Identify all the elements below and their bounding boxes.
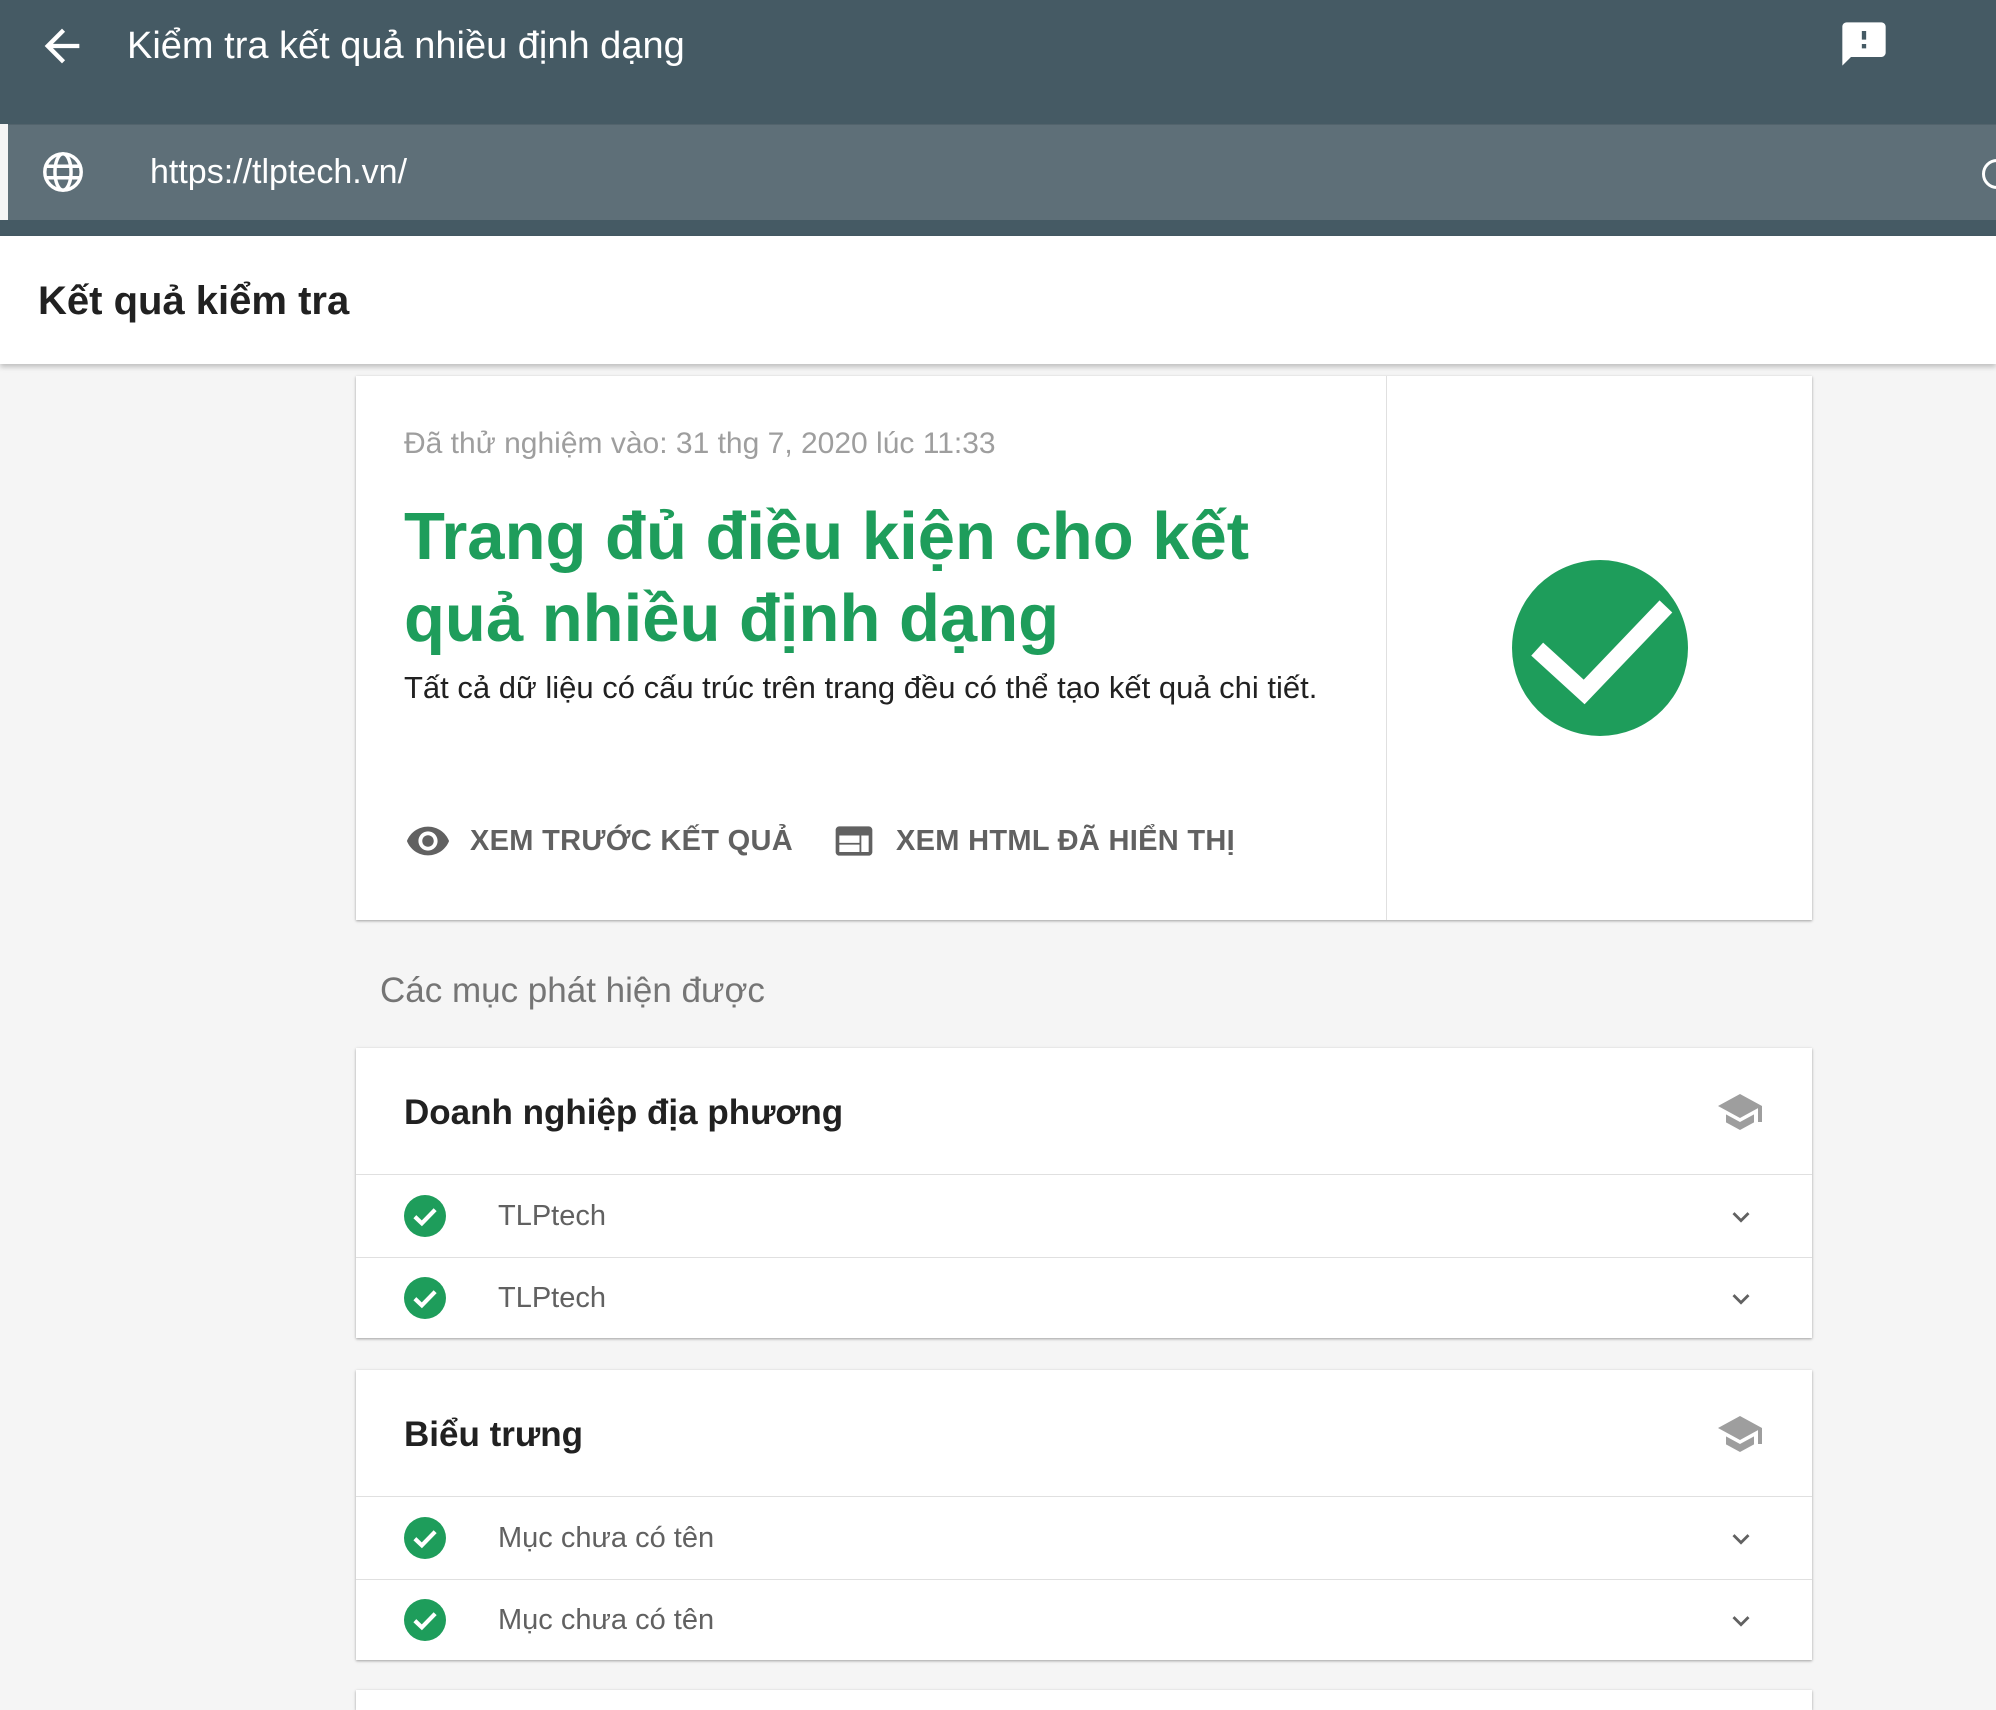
detected-group-next xyxy=(356,1690,1812,1710)
results-header: Kết quả kiểm tra xyxy=(0,236,1996,364)
group-header: Doanh nghiệp địa phương xyxy=(356,1048,1812,1175)
item-label: Mục chưa có tên xyxy=(498,1522,715,1554)
url-bar[interactable]: https://tlptech.vn/ xyxy=(8,124,1996,221)
globe-icon xyxy=(43,152,83,192)
eligibility-description: Tất cả dữ liệu có cấu trúc trên trang đề… xyxy=(404,670,1318,705)
tested-on-timestamp: Đã thử nghiệm vào: 31 thg 7, 2020 lúc 11… xyxy=(404,427,996,460)
detected-group-logo: Biểu trưng Mục chưa có tên Mục chưa có t… xyxy=(356,1370,1812,1660)
chevron-down-icon[interactable] xyxy=(1724,1522,1758,1556)
detected-group-local-business: Doanh nghiệp địa phương TLPtech TLPtech xyxy=(356,1048,1812,1338)
eye-icon xyxy=(404,817,452,865)
school-icon[interactable] xyxy=(1714,1088,1766,1136)
detected-items-title: Các mục phát hiện được xyxy=(380,971,765,1010)
app-bar: Kiểm tra kết quả nhiều định dạng xyxy=(0,0,1996,124)
list-item[interactable]: Mục chưa có tên xyxy=(356,1497,1812,1580)
preview-results-button[interactable]: XEM TRƯỚC KẾT QUẢ xyxy=(404,816,793,866)
item-label: TLPtech xyxy=(498,1282,606,1314)
check-circle-icon xyxy=(1512,560,1688,736)
url-text[interactable]: https://tlptech.vn/ xyxy=(150,148,407,196)
list-item[interactable]: TLPtech xyxy=(356,1257,1812,1339)
url-bar-bottom xyxy=(0,220,1996,236)
web-window-icon xyxy=(830,817,878,865)
view-rendered-html-button[interactable]: XEM HTML ĐÃ HIỂN THỊ xyxy=(830,816,1235,866)
group-title: Biểu trưng xyxy=(404,1415,583,1454)
url-action-icon[interactable] xyxy=(1982,159,1996,189)
chevron-down-icon[interactable] xyxy=(1724,1200,1758,1234)
results-title: Kết quả kiểm tra xyxy=(38,279,350,323)
chevron-down-icon[interactable] xyxy=(1724,1282,1758,1316)
summary-content: Đã thử nghiệm vào: 31 thg 7, 2020 lúc 11… xyxy=(356,376,1387,920)
group-header: Biểu trưng xyxy=(356,1370,1812,1497)
preview-results-label: XEM TRƯỚC KẾT QUẢ xyxy=(470,824,793,857)
view-rendered-html-label: XEM HTML ĐÃ HIỂN THỊ xyxy=(896,824,1235,857)
feedback-icon xyxy=(1842,22,1886,66)
list-item[interactable]: Mục chưa có tên xyxy=(356,1579,1812,1661)
check-circle-icon xyxy=(404,1277,446,1319)
check-circle-icon xyxy=(404,1517,446,1559)
school-icon[interactable] xyxy=(1714,1410,1766,1458)
check-circle-icon xyxy=(404,1195,446,1237)
feedback-button[interactable] xyxy=(1838,18,1890,70)
arrow-back-icon xyxy=(44,28,80,64)
back-button[interactable] xyxy=(36,20,88,72)
eligibility-headline: Trang đủ điều kiện cho kết quả nhiều địn… xyxy=(404,499,1250,656)
list-item[interactable]: TLPtech xyxy=(356,1175,1812,1258)
item-label: TLPtech xyxy=(498,1200,606,1232)
item-label: Mục chưa có tên xyxy=(498,1604,715,1636)
check-circle-icon xyxy=(404,1599,446,1641)
summary-card: Đã thử nghiệm vào: 31 thg 7, 2020 lúc 11… xyxy=(356,376,1812,920)
group-title: Doanh nghiệp địa phương xyxy=(404,1093,844,1132)
app-title: Kiểm tra kết quả nhiều định dạng xyxy=(127,25,685,67)
chevron-down-icon[interactable] xyxy=(1724,1604,1758,1638)
